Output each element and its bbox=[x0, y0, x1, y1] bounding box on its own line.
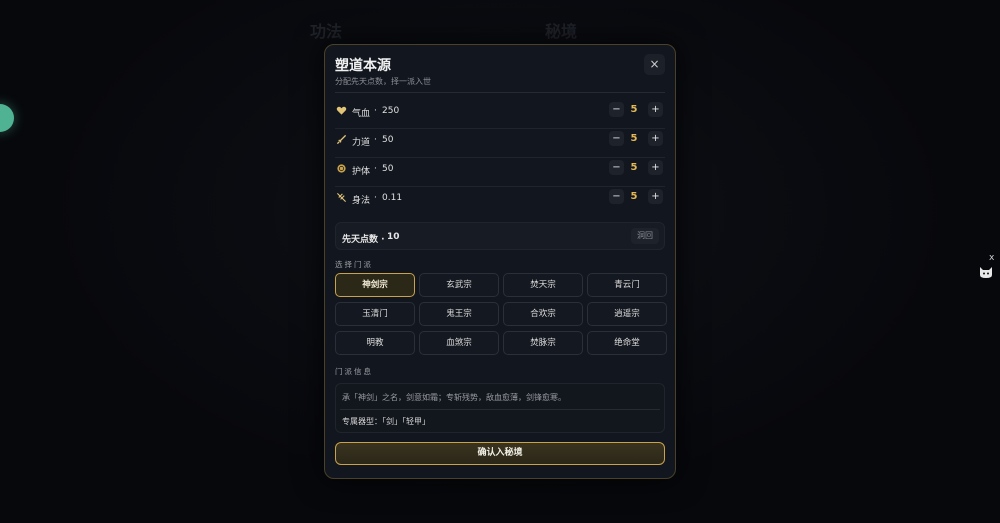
side-widget-close[interactable]: x bbox=[989, 253, 994, 263]
free-points-label: 先天点数 · bbox=[342, 235, 385, 245]
free-points-box: 先天点数 · 10 洞回 bbox=[335, 222, 665, 250]
sect-option[interactable]: 鬼王宗 bbox=[419, 302, 499, 326]
header-divider bbox=[335, 92, 665, 93]
decrease-button[interactable]: − bbox=[609, 131, 624, 146]
sect-option[interactable]: 玉清门 bbox=[335, 302, 415, 326]
stat-separator: · bbox=[374, 135, 377, 145]
cat-face-icon[interactable] bbox=[978, 264, 994, 280]
stat-label: 气血 bbox=[352, 109, 371, 119]
decrease-button[interactable]: − bbox=[609, 189, 624, 204]
increase-button[interactable]: + bbox=[648, 189, 663, 204]
stat-row-health: 气血 · 250 − 5 + bbox=[335, 99, 665, 129]
stat-separator: · bbox=[374, 106, 377, 116]
increase-button[interactable]: + bbox=[648, 131, 663, 146]
stat-value: 50 bbox=[382, 164, 394, 174]
background-faint-text-right: 秘境 bbox=[545, 22, 578, 41]
allocated-points: 5 bbox=[630, 162, 638, 173]
sect-option[interactable]: 焚脉宗 bbox=[503, 331, 583, 355]
stat-label: 身法 bbox=[352, 196, 371, 206]
stat-separator: · bbox=[374, 164, 377, 174]
sect-option[interactable]: 玄武宗 bbox=[419, 273, 499, 297]
heart-icon bbox=[335, 105, 347, 117]
decrease-button[interactable]: − bbox=[609, 102, 624, 117]
background-faint-text-left: 功法 bbox=[310, 22, 343, 41]
create-character-dialog: 塑道本源 分配先天点数，择一派入世 × 气血 · 250 − 5 + 力道 · … bbox=[324, 44, 676, 479]
sect-option[interactable]: 青云门 bbox=[587, 273, 667, 297]
agility-icon bbox=[335, 192, 347, 204]
stat-value: 0.11 bbox=[382, 193, 403, 203]
dialog-title: 塑道本源 bbox=[335, 58, 391, 74]
stat-row-defense: 护体 · 50 − 5 + bbox=[335, 157, 665, 187]
info-section-label: 门派信息 bbox=[335, 367, 373, 376]
sect-description: 承「神剑」之名，剑意如霜；专斩残势，敌血愈薄，剑锋愈寒。 bbox=[342, 393, 566, 402]
confirm-button[interactable]: 确认入秘境 bbox=[335, 442, 665, 465]
reset-button[interactable]: 洞回 bbox=[631, 228, 659, 244]
free-points-value: 10 bbox=[387, 232, 400, 242]
sect-section-label: 选择门派 bbox=[335, 260, 373, 269]
stat-separator: · bbox=[374, 193, 377, 203]
sect-option[interactable]: 逍遥宗 bbox=[587, 302, 667, 326]
stat-value: 50 bbox=[382, 135, 394, 145]
info-divider bbox=[340, 409, 660, 410]
decrease-button[interactable]: − bbox=[609, 160, 624, 175]
stat-row-agility: 身法 · 0.11 − 5 + bbox=[335, 186, 665, 215]
stat-value: 250 bbox=[382, 106, 400, 116]
allocated-points: 5 bbox=[630, 191, 638, 202]
allocated-points: 5 bbox=[630, 104, 638, 115]
allocated-points: 5 bbox=[630, 133, 638, 144]
sword-icon bbox=[335, 134, 347, 146]
stat-label: 护体 bbox=[352, 167, 371, 177]
sect-option-selected[interactable]: 神剑宗 bbox=[335, 273, 415, 297]
sect-option[interactable]: 血煞宗 bbox=[419, 331, 499, 355]
close-button[interactable]: × bbox=[644, 54, 665, 75]
sect-option[interactable]: 焚天宗 bbox=[503, 273, 583, 297]
sect-option[interactable]: 合欢宗 bbox=[503, 302, 583, 326]
increase-button[interactable]: + bbox=[648, 160, 663, 175]
dialog-subtitle: 分配先天点数，择一派入世 bbox=[335, 77, 431, 86]
stat-row-strength: 力道 · 50 − 5 + bbox=[335, 128, 665, 158]
increase-button[interactable]: + bbox=[648, 102, 663, 117]
sect-option[interactable]: 绝命堂 bbox=[587, 331, 667, 355]
shield-icon bbox=[335, 163, 347, 175]
sect-weapon-type: 专属器型：「剑」「轻甲」 bbox=[342, 417, 430, 426]
sect-info-box: 承「神剑」之名，剑意如霜；专斩残势，敌血愈薄，剑锋愈寒。 专属器型：「剑」「轻甲… bbox=[335, 383, 665, 433]
stat-label: 力道 bbox=[352, 138, 371, 148]
sect-option[interactable]: 明教 bbox=[335, 331, 415, 355]
sect-grid: 神剑宗 玄武宗 焚天宗 青云门 玉清门 鬼王宗 合欢宗 逍遥宗 明教 血煞宗 焚… bbox=[335, 273, 667, 355]
